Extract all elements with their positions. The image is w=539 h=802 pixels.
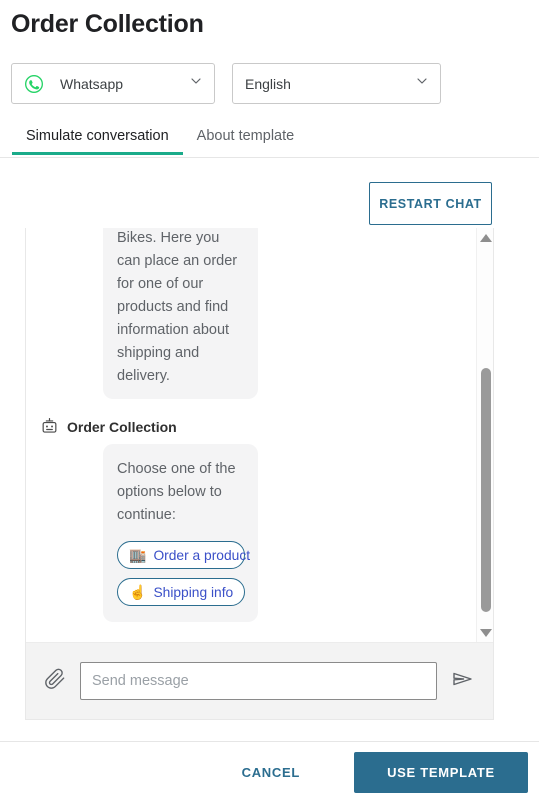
scroll-down-arrow-icon[interactable] [477, 624, 493, 641]
quick-reply-options: 🏬 Order a product ☝️ Shipping info [117, 541, 250, 606]
bot-sender-label: Order Collection [26, 417, 493, 436]
send-icon[interactable] [451, 667, 475, 696]
chat-scroll-area[interactable]: Bikes. Here you can place an order for o… [26, 228, 493, 642]
channel-select[interactable]: Whatsapp [11, 63, 215, 104]
use-template-button[interactable]: USE TEMPLATE [354, 751, 528, 793]
quick-reply-order-a-product[interactable]: 🏬 Order a product [117, 541, 250, 569]
department-store-icon: 🏬 [129, 547, 147, 563]
channel-select-value: Whatsapp [60, 75, 124, 92]
bot-name: Order Collection [67, 418, 177, 435]
message-composer [26, 642, 493, 719]
quick-reply-shipping-info[interactable]: ☝️ Shipping info [117, 578, 245, 606]
page-title: Order Collection [11, 10, 204, 38]
chevron-down-icon [414, 73, 430, 94]
send-message-input[interactable] [80, 662, 437, 700]
chevron-down-icon [188, 73, 204, 94]
chat-message: Choose one of the options below to conti… [26, 444, 493, 622]
tab-about-template[interactable]: About template [183, 120, 309, 154]
scrollbar-thumb[interactable] [481, 368, 491, 612]
bot-message-bubble: Bikes. Here you can place an order for o… [103, 228, 258, 399]
cancel-button[interactable]: CANCEL [214, 755, 328, 790]
paperclip-icon[interactable] [44, 668, 66, 695]
pointing-up-icon: ☝️ [129, 584, 147, 600]
restart-chat-button[interactable]: RESTART CHAT [369, 182, 492, 225]
scroll-up-arrow-icon[interactable] [477, 229, 493, 246]
chat-scrollbar[interactable] [476, 228, 493, 642]
robot-icon [40, 417, 59, 436]
language-select[interactable]: English [232, 63, 441, 104]
whatsapp-icon [24, 74, 44, 94]
tab-simulate-conversation[interactable]: Simulate conversation [12, 120, 183, 155]
tab-bar: Simulate conversation About template [0, 120, 539, 158]
language-select-value: English [245, 75, 291, 92]
chat-message: Bikes. Here you can place an order for o… [26, 228, 493, 399]
bot-message-bubble: Choose one of the options below to conti… [103, 444, 258, 622]
chat-panel: Bikes. Here you can place an order for o… [25, 228, 494, 720]
quick-reply-label: Shipping info [153, 584, 234, 600]
bot-message-text: Choose one of the options below to conti… [117, 461, 236, 523]
dialog-footer: CANCEL USE TEMPLATE [0, 742, 539, 802]
quick-reply-label: Order a product [153, 547, 251, 563]
template-preview-page: Order Collection Whatsapp English Simula… [0, 0, 539, 802]
